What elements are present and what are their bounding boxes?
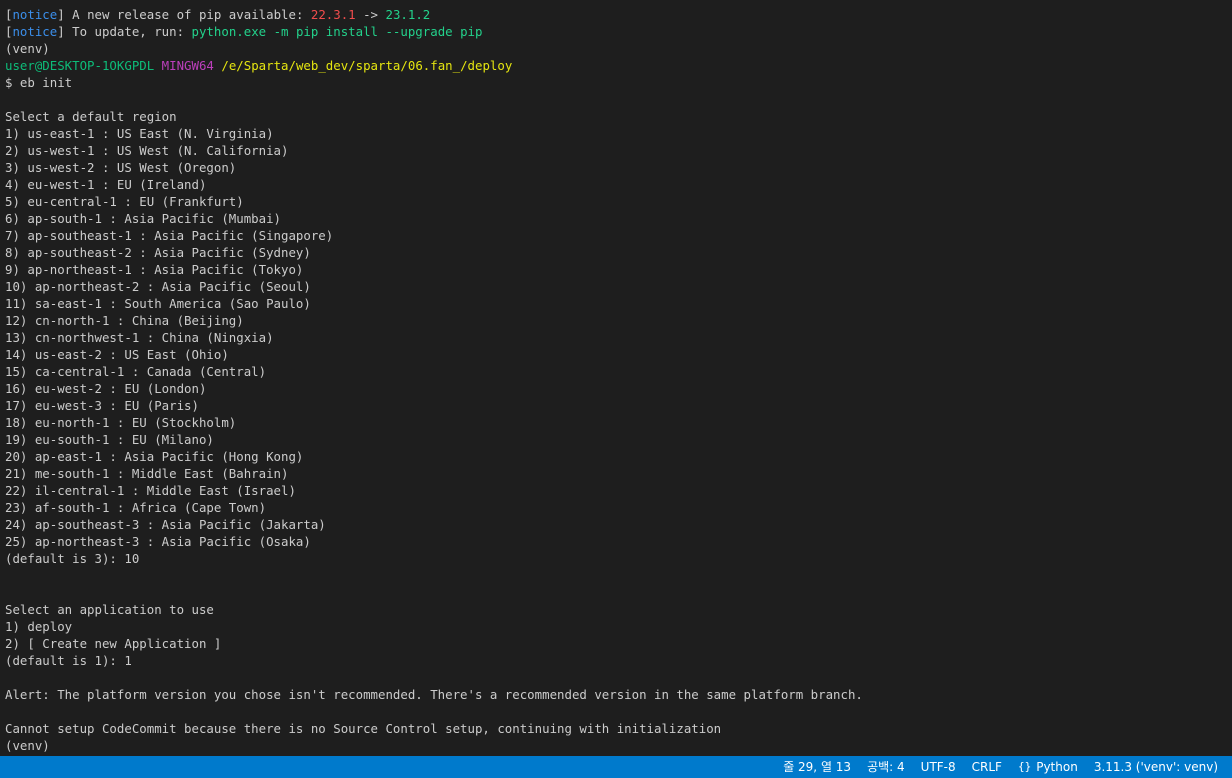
region-option: 11) sa-east-1 : South America (Sao Paulo…: [5, 296, 311, 311]
region-option: 22) il-central-1 : Middle East (Israel): [5, 483, 296, 498]
region-list: 1) us-east-1 : US East (N. Virginia) 2) u…: [5, 125, 1232, 550]
region-option: 20) ap-east-1 : Asia Pacific (Hong Kong): [5, 449, 304, 464]
region-option: 16) eu-west-2 : EU (London): [5, 381, 207, 396]
terminal-output[interactable]: [notice] A new release of pip available:…: [5, 6, 1232, 756]
app-option: 2) [ Create new Application ]: [5, 636, 222, 651]
braces-icon: {}: [1017, 760, 1032, 773]
region-option: 5) eu-central-1 : EU (Frankfurt): [5, 194, 244, 209]
region-option: 6) ap-south-1 : Asia Pacific (Mumbai): [5, 211, 282, 226]
region-option: 10) ap-northeast-2 : Asia Pacific (Seoul…: [5, 279, 311, 294]
pip-update-line: [notice] To update, run: python.exe -m p…: [5, 24, 483, 39]
region-option: 15) ca-central-1 : Canada (Central): [5, 364, 267, 379]
region-option: 19) eu-south-1 : EU (Milano): [5, 432, 214, 447]
region-option: 4) eu-west-1 : EU (Ireland): [5, 177, 207, 192]
region-option: 7) ap-southeast-1 : Asia Pacific (Singap…: [5, 228, 334, 243]
region-option: 21) me-south-1 : Middle East (Bahrain): [5, 466, 289, 481]
pip-notice-line: [notice] A new release of pip available:…: [5, 7, 431, 22]
command-line: $ eb init: [5, 75, 73, 90]
venv-line: (venv): [5, 41, 50, 56]
app-option: 1) deploy: [5, 619, 73, 634]
region-heading: Select a default region: [5, 109, 177, 124]
region-choice: (default is 3): 10: [5, 551, 140, 566]
indentation[interactable]: 공백: 4: [859, 756, 913, 778]
region-option: 24) ap-southeast-3 : Asia Pacific (Jakar…: [5, 517, 326, 532]
region-option: 2) us-west-1 : US West (N. California): [5, 143, 289, 158]
end-of-line[interactable]: CRLF: [964, 756, 1010, 778]
encoding[interactable]: UTF-8: [913, 756, 964, 778]
python-interpreter[interactable]: 3.11.3 ('venv': venv): [1086, 756, 1226, 778]
region-option: 17) eu-west-3 : EU (Paris): [5, 398, 199, 413]
region-option: 25) ap-northeast-3 : Asia Pacific (Osaka…: [5, 534, 311, 549]
region-option: 13) cn-northwest-1 : China (Ningxia): [5, 330, 274, 345]
region-option: 12) cn-north-1 : China (Beijing): [5, 313, 244, 328]
codecommit-line: Cannot setup CodeCommit because there is…: [5, 721, 722, 736]
region-option: 18) eu-north-1 : EU (Stockholm): [5, 415, 237, 430]
app-heading: Select an application to use: [5, 602, 214, 617]
region-option: 14) us-east-2 : US East (Ohio): [5, 347, 229, 362]
app-choice: (default is 1): 1: [5, 653, 132, 668]
cursor-position[interactable]: 줄 29, 열 13: [775, 756, 859, 778]
region-option: 1) us-east-1 : US East (N. Virginia): [5, 126, 274, 141]
language-mode[interactable]: {} Python: [1010, 756, 1086, 778]
region-option: 9) ap-northeast-1 : Asia Pacific (Tokyo): [5, 262, 304, 277]
region-option: 23) af-south-1 : Africa (Cape Town): [5, 500, 267, 515]
region-option: 8) ap-southeast-2 : Asia Pacific (Sydney…: [5, 245, 311, 260]
shell-prompt: user@DESKTOP-1OKGPDL MINGW64 /e/Sparta/w…: [5, 58, 513, 73]
alert-line: Alert: The platform version you chose is…: [5, 687, 863, 702]
region-option: 3) us-west-2 : US West (Oregon): [5, 160, 237, 175]
status-bar: 줄 29, 열 13 공백: 4 UTF-8 CRLF {} Python 3.1…: [0, 756, 1232, 778]
venv-line: (venv): [5, 738, 50, 753]
